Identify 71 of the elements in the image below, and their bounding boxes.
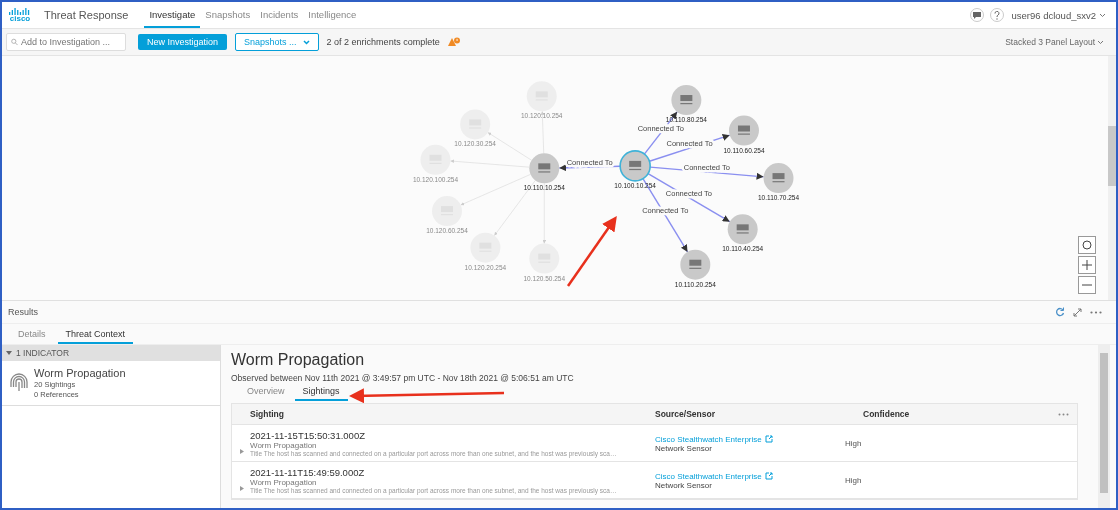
logo-wordmark: cisco — [9, 14, 31, 23]
expand-caret-icon[interactable] — [240, 486, 244, 491]
host-node[interactable] — [671, 85, 702, 115]
confidence-value: High — [845, 439, 863, 448]
snapshots-dropdown[interactable]: Snapshots ... — [235, 33, 319, 51]
caret-icon[interactable] — [6, 350, 12, 356]
host-node[interactable] — [526, 81, 557, 112]
observed-range: Observed between Nov 11th 2021 @ 3:49:57 pm UTC - Nov 18th 2021 @ 5:06:51 am UTC — [231, 373, 575, 383]
search-field[interactable]: Add to Investigation ... — [6, 33, 126, 51]
reset-zoom-button[interactable] — [1078, 236, 1096, 254]
scrollbar[interactable] — [1108, 56, 1116, 300]
host-node[interactable] — [470, 232, 501, 263]
host-node[interactable] — [727, 214, 758, 245]
search-icon — [11, 38, 18, 46]
host-node[interactable] — [529, 243, 560, 274]
host-node[interactable] — [680, 249, 711, 280]
external-link-icon[interactable] — [764, 435, 773, 443]
refresh-icon[interactable] — [1055, 307, 1065, 317]
host-node[interactable] — [529, 153, 560, 184]
more-icon[interactable] — [1090, 310, 1102, 314]
chevron-down-icon — [1097, 39, 1104, 45]
host-node[interactable] — [432, 196, 462, 227]
nav-tab[interactable]: Snapshots — [200, 2, 256, 28]
expand-icon[interactable] — [1073, 307, 1082, 317]
source-link[interactable]: Cisco Stealthwatch Enterprise — [655, 434, 762, 444]
host-node[interactable] — [420, 144, 451, 175]
logo-bars-icon — [9, 7, 31, 15]
nav-tab[interactable]: Incidents — [255, 2, 304, 28]
group-label: 1 INDICATOR — [16, 348, 70, 358]
annotation-arrow — [566, 215, 617, 287]
results-title: Results — [8, 307, 38, 317]
new-investigation-button[interactable]: New Investigation — [138, 34, 228, 50]
indicator-group-header[interactable]: 1 INDICATOR — [2, 345, 220, 361]
host-node[interactable] — [460, 109, 491, 140]
source-link[interactable]: Cisco Stealthwatch Enterprise — [655, 471, 762, 481]
confidence-value: High — [845, 476, 863, 485]
external-link-icon[interactable] — [764, 472, 773, 480]
app-title: Threat Response — [44, 9, 129, 21]
plus-icon — [1082, 260, 1092, 270]
detail-tab[interactable]: Overview — [239, 386, 293, 401]
fingerprint-icon — [10, 373, 28, 393]
layout-menu[interactable]: Stacked 3 Panel Layout — [1005, 37, 1104, 47]
host-node[interactable] — [619, 150, 651, 182]
column-header: Confidence — [863, 409, 910, 419]
column-header: Sighting — [250, 409, 284, 419]
scrollbar[interactable] — [1098, 345, 1110, 508]
detail-title: Worm Propagation — [231, 351, 366, 369]
sensor-type: Network Sensor — [655, 443, 713, 453]
detail-tab[interactable]: Sightings — [294, 386, 348, 401]
results-tab[interactable]: Details — [10, 329, 54, 344]
zoom-out-button[interactable] — [1078, 276, 1096, 294]
user-menu[interactable]: user96 dcloud_sxv2 — [1011, 9, 1096, 21]
host-node[interactable] — [763, 163, 794, 194]
help-icon[interactable] — [989, 8, 1004, 22]
host-node[interactable] — [728, 115, 759, 146]
sighting-title: Worm Propagation — [250, 441, 318, 450]
sighting-time: 2021-11-11T15:49:59.000Z — [250, 467, 366, 478]
circle-icon — [1082, 240, 1092, 250]
indicator-title[interactable]: Worm Propagation — [34, 367, 126, 379]
column-header: Source/Sensor — [655, 409, 715, 419]
chevron-down-icon — [302, 39, 310, 45]
warning-icon[interactable] — [447, 37, 461, 47]
nav-tab[interactable]: Intelligence — [303, 2, 362, 28]
sighting-title: Worm Propagation — [250, 478, 318, 487]
chevron-down-icon[interactable] — [1099, 12, 1106, 18]
more-icon[interactable] — [1058, 412, 1069, 416]
sensor-type: Network Sensor — [655, 480, 713, 490]
chat-icon[interactable] — [969, 8, 984, 22]
expand-caret-icon[interactable] — [240, 449, 244, 454]
sighting-time: 2021-11-15T15:50:31.000Z — [250, 430, 366, 441]
enrichment-status: 2 of 2 enrichments complete — [326, 37, 440, 47]
